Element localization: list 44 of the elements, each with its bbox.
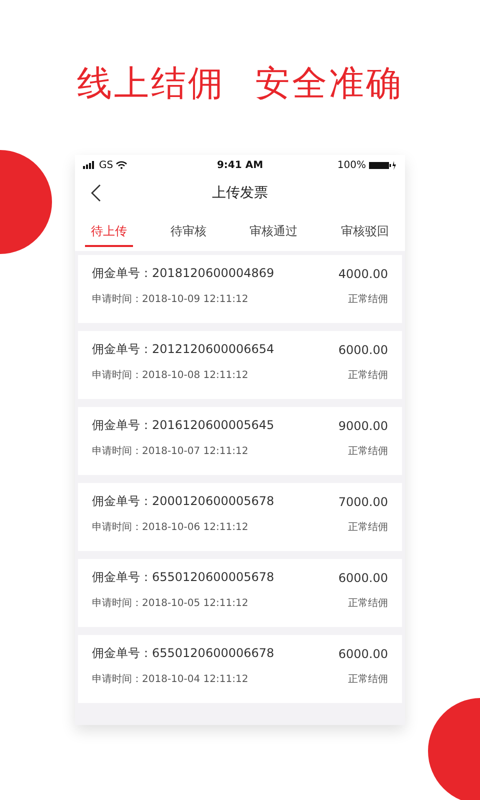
order-number: 佣金单号：2000120600005678 bbox=[92, 493, 274, 510]
order-amount: 6000.00 bbox=[338, 646, 388, 660]
wifi-icon bbox=[116, 161, 128, 169]
order-amount: 6000.00 bbox=[338, 342, 388, 356]
order-card[interactable]: 佣金单号：6550120600006678 6000.00 申请时间：2018-10-04 12:11:12 正常结佣 bbox=[78, 635, 402, 703]
order-number: 佣金单号：2018120600004869 bbox=[92, 265, 274, 282]
order-card[interactable]: 佣金单号：2016120600005645 9000.00 申请时间：2018-10-07 12:11:12 正常结佣 bbox=[78, 407, 402, 475]
order-card[interactable]: 佣金单号：2012120600006654 6000.00 申请时间：2018-10-08 12:11:12 正常结佣 bbox=[78, 331, 402, 399]
settlement-status: 正常结佣 bbox=[348, 368, 388, 382]
order-card[interactable]: 佣金单号：2018120600004869 4000.00 申请时间：2018-10-09 12:11:12 正常结佣 bbox=[78, 255, 402, 323]
status-time: 9:41 AM bbox=[216, 160, 264, 170]
headline: 线上结佣 bbox=[77, 63, 225, 106]
settlement-status: 正常结佣 bbox=[348, 596, 388, 610]
apply-time: 申请时间：2018-10-09 12:11:12 bbox=[92, 292, 248, 306]
battery-percent: 100% bbox=[337, 160, 366, 170]
settlement-status: 正常结佣 bbox=[348, 520, 388, 534]
apply-time: 申请时间：2018-10-08 12:11:12 bbox=[92, 368, 248, 382]
order-amount: 9000.00 bbox=[338, 418, 388, 432]
tab[interactable]: 待上传 bbox=[85, 219, 133, 247]
battery-icon bbox=[368, 160, 397, 170]
order-amount: 7000.00 bbox=[338, 494, 388, 508]
apply-time: 申请时间：2018-10-04 12:11:12 bbox=[92, 672, 248, 686]
order-number: 佣金单号：2016120600005645 bbox=[92, 417, 274, 434]
signal-icon bbox=[83, 161, 96, 169]
apply-time: 申请时间：2018-10-06 12:11:12 bbox=[92, 520, 248, 534]
order-amount: 4000.00 bbox=[338, 266, 388, 280]
apply-time: 申请时间：2018-10-07 12:11:12 bbox=[92, 444, 248, 458]
order-number: 佣金单号：6550120600006678 bbox=[92, 645, 274, 662]
tab[interactable]: 审核驳回 bbox=[334, 219, 395, 247]
page-title: 上传发票 bbox=[212, 184, 268, 202]
order-card[interactable]: 佣金单号：6550120600005678 6000.00 申请时间：2018-10-05 12:11:12 正常结佣 bbox=[78, 559, 402, 627]
settlement-status: 正常结佣 bbox=[348, 292, 388, 306]
order-amount: 6000.00 bbox=[338, 570, 388, 584]
tab[interactable]: 待审核 bbox=[164, 219, 212, 247]
order-number: 佣金单号：2012120600006654 bbox=[92, 341, 274, 358]
headline: 安全准确 bbox=[255, 63, 403, 106]
apply-time: 申请时间：2018-10-05 12:11:12 bbox=[92, 596, 248, 610]
order-number: 佣金单号：6550120600005678 bbox=[92, 569, 274, 586]
tab[interactable]: 审核通过 bbox=[244, 219, 304, 247]
settlement-status: 正常结佣 bbox=[348, 444, 388, 458]
order-card[interactable]: 佣金单号：2000120600005678 7000.00 申请时间：2018-10-06 12:11:12 正常结佣 bbox=[78, 483, 402, 551]
back-icon[interactable] bbox=[91, 184, 101, 202]
carrier-name: GS bbox=[99, 160, 114, 170]
settlement-status: 正常结佣 bbox=[348, 672, 388, 686]
